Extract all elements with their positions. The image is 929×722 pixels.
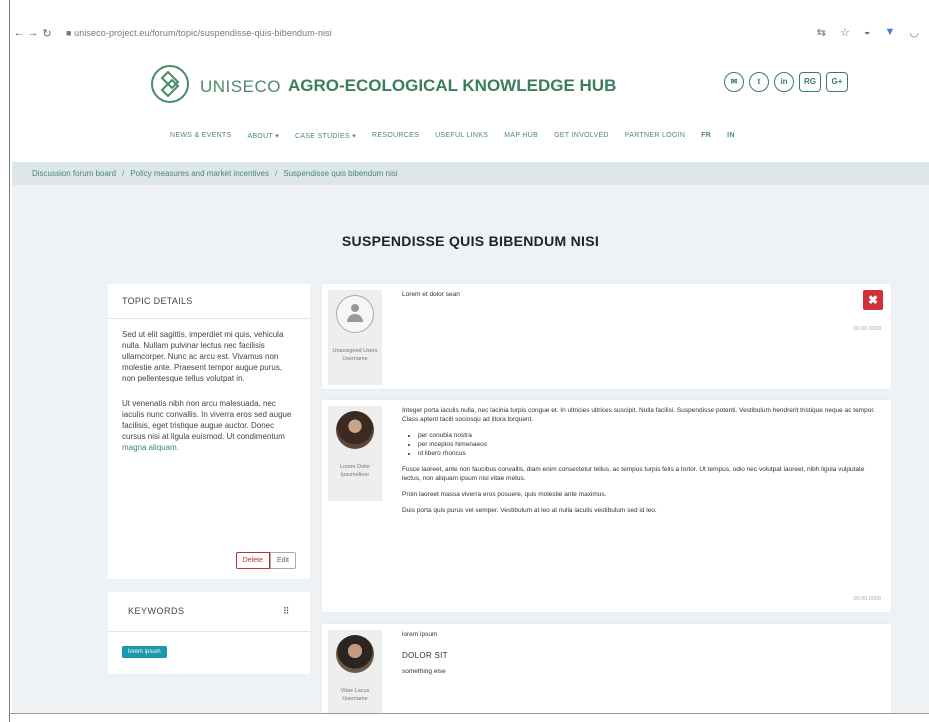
twitter-icon[interactable]: t — [749, 72, 769, 92]
researchgate-icon[interactable]: RG — [799, 72, 821, 92]
google-plus-icon[interactable]: G+ — [826, 72, 848, 92]
post-body: Integer porta iaculis nulla, nec lacinia… — [402, 406, 879, 522]
list-item: per conubia nostra — [418, 431, 879, 440]
breadcrumb: Discussion forum board / Policy measures a… — [12, 162, 929, 185]
post-text: lorem ipsum — [402, 631, 438, 638]
nav-get-involved[interactable]: GET INVOLVED — [554, 132, 609, 140]
keywords-header[interactable]: KEYWORDS ⠿ — [108, 592, 310, 632]
delete-post-button[interactable]: ✖ — [863, 290, 883, 310]
breadcrumb-forum[interactable]: Discussion forum board — [32, 169, 116, 178]
nav-partner-login[interactable]: PARTNER LOGIN — [625, 132, 685, 140]
profile-icon[interactable]: ◡ — [909, 26, 919, 39]
translate-icon[interactable]: ⇆ — [817, 26, 826, 39]
hub-title: AGRO-ECOLOGICAL KNOWLEDGE HUB — [288, 76, 617, 95]
topic-actions: Delete Edit — [235, 552, 296, 569]
uniseco-logo-icon[interactable] — [150, 64, 190, 104]
breadcrumb-current[interactable]: Suspendisse quis bibendum nisi — [283, 169, 397, 178]
post-text: Lorem et dolor sean — [402, 291, 460, 298]
reload-button[interactable]: ↻ — [40, 27, 54, 40]
brand-name[interactable]: UNISECO — [200, 77, 281, 97]
post-text: Integer porta iaculis nulla, nec lacinia… — [402, 407, 875, 414]
post-author[interactable]: Lorem Dolor Ipsumeliner — [331, 463, 379, 479]
forward-button[interactable]: → — [26, 27, 40, 39]
site-header: UNISECO AGRO-ECOLOGICAL KNOWLEDGE HUB ✉ … — [12, 50, 929, 162]
avatar[interactable] — [336, 635, 374, 673]
list-item: id libero rhoncus — [418, 449, 879, 458]
post-paragraph: Proin laoreet massa viverra eros posuere… — [402, 491, 607, 498]
post-list: per conubia nostra per inceptos himenaeo… — [402, 431, 879, 458]
edit-topic-button[interactable]: Edit — [269, 552, 296, 569]
breadcrumb-category[interactable]: Policy measures and market incentives — [130, 169, 269, 178]
post-author[interactable]: Unassigned Users Username — [331, 347, 379, 363]
topic-link[interactable]: magna aliquam. — [122, 443, 179, 452]
post-body: lorem ipsum DOLOR SIT something else — [402, 630, 879, 683]
grid-toggle-icon[interactable]: ⠿ — [283, 606, 290, 617]
post-date: 00.00.0000 — [853, 596, 881, 602]
breadcrumb-separator: / — [122, 169, 125, 178]
post-date: 00.00.0000 — [853, 326, 881, 332]
nav-news-events[interactable]: NEWS & EVENTS — [170, 132, 231, 140]
nav-case-studies[interactable]: CASE STUDIES ▾ — [295, 132, 356, 140]
window-left-border — [9, 0, 10, 722]
nav-lang-in[interactable]: IN — [727, 132, 735, 140]
nav-map-hub[interactable]: MAP HUB — [504, 132, 538, 140]
topic-paragraph-text: Ut venenatis nibh non arcu malesuada, ne… — [122, 399, 292, 441]
topic-details-heading: TOPIC DETAILS — [108, 284, 310, 319]
post-body: Lorem et dolor sean — [402, 290, 879, 306]
main-content: SUSPENDISSE QUIS BIBENDUM NISI TOPIC DET… — [12, 185, 929, 713]
forum-post: Unassigned Users Username Lorem et dolor… — [322, 284, 891, 389]
topic-paragraph: Sed ut elit sagittis, imperdiet mi quis,… — [122, 330, 284, 383]
avatar[interactable] — [336, 411, 374, 449]
bookmark-icon[interactable]: ☆ — [840, 26, 850, 39]
topic-paragraph: Ut venenatis nibh non arcu malesuada, ne… — [122, 398, 296, 453]
topic-details-card: TOPIC DETAILS Sed ut elit sagittis, impe… — [108, 284, 310, 579]
browser-extensions: ⇆ ☆ ◒ ▼ ◡ — [817, 26, 919, 39]
list-item: per inceptos himenaeos — [418, 440, 879, 449]
delete-topic-button[interactable]: Delete — [235, 552, 270, 569]
keywords-card: KEYWORDS ⠿ lorem ipsum — [108, 592, 310, 674]
nav-about[interactable]: ABOUT ▾ — [247, 132, 279, 140]
window-bottom-border — [9, 713, 929, 714]
post-heading: DOLOR SIT — [402, 651, 448, 660]
author-column: Vitae Lacus Username — [328, 630, 382, 713]
linkedin-icon[interactable]: in — [774, 72, 794, 92]
keywords-heading: KEYWORDS — [128, 606, 185, 616]
post-paragraph: Duis porta quis purus vel semper. Vestib… — [402, 507, 657, 514]
default-avatar-icon[interactable] — [336, 295, 374, 333]
topic-description: Sed ut elit sagittis, imperdiet mi quis,… — [108, 319, 310, 453]
page-title: SUSPENDISSE QUIS BIBENDUM NISI — [341, 233, 600, 249]
breadcrumb-separator: / — [275, 169, 278, 178]
post-text: something else — [402, 668, 446, 675]
post-author[interactable]: Vitae Lacus Username — [331, 687, 379, 703]
nav-lang-fr[interactable]: FR — [701, 132, 711, 140]
social-links: ✉ t in RG G+ — [724, 72, 848, 92]
email-icon[interactable]: ✉ — [724, 72, 744, 92]
nav-resources[interactable]: RESOURCES — [372, 132, 419, 140]
address-bar[interactable]: ■ uniseco-project.eu/forum/topic/suspend… — [66, 28, 332, 38]
back-button[interactable]: ← — [12, 27, 26, 39]
author-column: Unassigned Users Username — [328, 290, 382, 385]
shield-icon[interactable]: ◒ — [864, 26, 871, 39]
extension-icon[interactable]: ▼ — [885, 26, 896, 39]
forum-post: Vitae Lacus Username lorem ipsum DOLOR S… — [322, 624, 891, 713]
keyword-badge[interactable]: lorem ipsum — [122, 646, 167, 658]
author-column: Lorem Dolor Ipsumeliner — [328, 406, 382, 501]
post-paragraph: Fusce laoreet, ante non faucibus convall… — [402, 466, 865, 482]
forum-post: Lorem Dolor Ipsumeliner Integer porta ia… — [322, 400, 891, 612]
post-text: Class aptent taciti sociosqu ad litora t… — [402, 416, 534, 423]
browser-toolbar: ← → ↻ ■ uniseco-project.eu/forum/topic/s… — [12, 22, 929, 44]
nav-useful-links[interactable]: USEFUL LINKS — [435, 132, 488, 140]
post-paragraph: Integer porta iaculis nulla, nec lacinia… — [402, 406, 879, 424]
main-nav: NEWS & EVENTS ABOUT ▾ CASE STUDIES ▾ RES… — [170, 132, 735, 140]
